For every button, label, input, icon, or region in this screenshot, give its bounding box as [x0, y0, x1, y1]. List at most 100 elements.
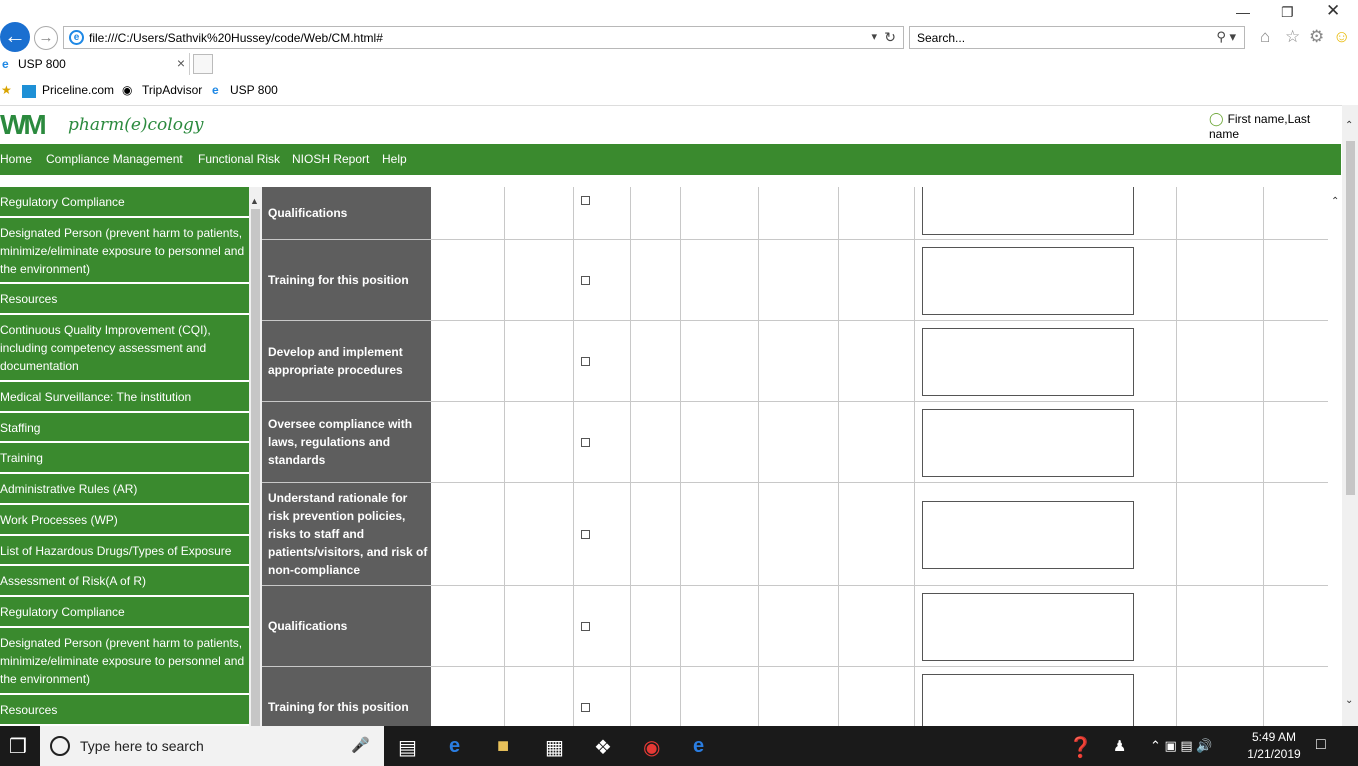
sidebar-item-designated-person[interactable]: Designated Person (prevent harm to patie… — [0, 628, 249, 695]
column-divider — [1263, 667, 1264, 726]
column-divider — [504, 402, 505, 482]
windows-start-icon[interactable]: ❒ — [9, 734, 27, 759]
forward-icon[interactable]: → — [34, 26, 58, 50]
row-checkbox[interactable] — [581, 703, 590, 712]
internet-explorer-icon[interactable]: e — [693, 735, 704, 758]
task-view-icon[interactable]: ▤ — [398, 735, 417, 760]
favorite-link[interactable]: USP 800 — [230, 83, 278, 97]
column-divider — [1176, 586, 1177, 666]
user-menu[interactable]: ◯ First name,Last name — [1209, 111, 1342, 141]
browser-search-input[interactable]: Search... ⚲ ▾ — [909, 26, 1245, 49]
column-divider — [1263, 402, 1264, 482]
sidebar-item-administrative-rules[interactable]: Administrative Rules (AR) — [0, 474, 249, 505]
notes-textarea[interactable] — [922, 501, 1134, 569]
column-divider — [573, 321, 574, 401]
sidebar-item-staffing[interactable]: Staffing — [0, 413, 249, 443]
microphone-icon[interactable]: 🎤 — [351, 736, 370, 754]
ie-page-icon: e — [212, 83, 219, 97]
store-icon[interactable]: ▦ — [545, 735, 564, 760]
clock-time: 5:49 AM — [1251, 730, 1297, 744]
chevron-down-icon[interactable]: ▾ — [871, 30, 877, 43]
new-tab-button[interactable] — [193, 54, 213, 74]
notes-textarea[interactable] — [922, 247, 1134, 315]
sidebar-item-medical-surveillance[interactable]: Medical Surveillance: The institution — [0, 382, 249, 413]
sidebar-item-resources[interactable]: Resources — [0, 695, 249, 726]
notes-textarea[interactable] — [922, 409, 1134, 477]
column-divider — [630, 667, 631, 726]
column-divider — [1176, 321, 1177, 401]
row-checkbox[interactable] — [581, 622, 590, 631]
address-bar[interactable]: e file:///C:/Users/Sathvik%20Hussey/code… — [63, 26, 904, 49]
nav-home[interactable]: Home — [0, 152, 32, 166]
sidebar-scrollbar[interactable]: ▲ — [249, 187, 262, 726]
sidebar-item-hazardous-drugs[interactable]: List of Hazardous Drugs/Types of Exposur… — [0, 536, 249, 566]
nav-niosh-report[interactable]: NIOSH Report — [292, 152, 369, 166]
priceline-icon — [22, 85, 36, 98]
sidebar-item-resources[interactable]: Resources — [0, 284, 249, 315]
sidebar-item-work-processes[interactable]: Work Processes (WP) — [0, 505, 249, 536]
edge-icon[interactable]: e — [449, 735, 460, 758]
column-divider — [630, 321, 631, 401]
system-tray-icons[interactable]: ⌃ ▣ ▤ 🔊 — [1150, 738, 1212, 754]
favorite-link[interactable]: TripAdvisor — [142, 83, 202, 97]
smiley-icon[interactable]: ☺ — [1333, 27, 1350, 47]
sidebar-item-cqi[interactable]: Continuous Quality Improvement (CQI), in… — [0, 315, 249, 382]
favorites-star-icon[interactable]: ☆ — [1285, 27, 1300, 47]
close-icon[interactable]: ✕ — [1326, 1, 1340, 21]
sidebar: Regulatory Compliance Designated Person … — [0, 187, 249, 726]
row-checkbox[interactable] — [581, 357, 590, 366]
scrollbar-thumb[interactable] — [251, 209, 260, 726]
sidebar-item-regulatory-compliance[interactable]: Regulatory Compliance — [0, 187, 249, 218]
nav-compliance-management[interactable]: Compliance Management — [46, 152, 183, 166]
nav-help[interactable]: Help — [382, 152, 407, 166]
favorites-star-icon[interactable]: ★ — [1, 83, 12, 97]
scroll-up-icon[interactable]: ▲ — [250, 196, 259, 206]
help-icon[interactable]: ❓ — [1068, 735, 1093, 760]
scroll-up-icon[interactable]: ⌃ — [1331, 196, 1339, 207]
gear-icon[interactable]: ⚙ — [1309, 27, 1324, 47]
column-divider — [914, 240, 915, 320]
column-divider — [914, 483, 915, 585]
row-checkbox[interactable] — [581, 276, 590, 285]
site-header: WMWASTE MANAGEMENT pharm(e)cology ◯First… — [0, 105, 1342, 156]
minimize-icon[interactable]: — — [1236, 4, 1250, 20]
scroll-down-icon[interactable]: ⌄ — [1345, 695, 1353, 706]
people-icon[interactable]: ♟ — [1113, 737, 1126, 755]
dropbox-icon[interactable]: ❖ — [594, 735, 612, 760]
scroll-up-icon[interactable]: ⌃ — [1345, 120, 1353, 131]
back-icon[interactable]: ← — [0, 22, 30, 52]
table-scrollbar[interactable]: ⌃ — [1328, 187, 1342, 726]
nav-functional-risk[interactable]: Functional Risk — [198, 152, 280, 166]
browser-tab[interactable]: e USP 800 × — [0, 53, 190, 75]
home-icon[interactable]: ⌂ — [1260, 27, 1270, 47]
row-checkbox[interactable] — [581, 530, 590, 539]
chrome-icon[interactable]: ◉ — [643, 735, 660, 760]
sidebar-item-assessment-of-risk[interactable]: Assessment of Risk(A of R) — [0, 566, 249, 597]
row-checkbox[interactable] — [581, 196, 590, 205]
notifications-icon[interactable]: □ — [1316, 736, 1326, 754]
notes-textarea[interactable] — [922, 593, 1134, 661]
taskbar-search-input[interactable]: Type here to search 🎤 — [40, 726, 384, 766]
row-checkbox[interactable] — [581, 438, 590, 447]
search-icon[interactable]: ⚲ ▾ — [1216, 29, 1236, 45]
restore-icon[interactable]: ❐ — [1281, 4, 1294, 21]
page-scrollbar[interactable]: ⌃ ⌄ — [1342, 105, 1358, 726]
ie-page-icon: e — [69, 30, 84, 45]
column-divider — [1176, 402, 1177, 482]
scrollbar-thumb[interactable] — [1346, 141, 1355, 495]
notes-textarea[interactable] — [922, 674, 1134, 726]
refresh-icon[interactable]: ↻ — [884, 29, 896, 46]
column-divider — [758, 483, 759, 585]
sidebar-item-designated-person[interactable]: Designated Person (prevent harm to patie… — [0, 218, 249, 284]
sidebar-item-regulatory-compliance[interactable]: Regulatory Compliance — [0, 597, 249, 628]
notes-textarea[interactable] — [922, 328, 1134, 396]
wm-logo[interactable]: WMWASTE MANAGEMENT — [0, 111, 62, 156]
notes-textarea[interactable] — [922, 187, 1134, 235]
taskbar-clock[interactable]: 5:49 AM 1/21/2019 — [1244, 729, 1304, 763]
file-explorer-icon[interactable]: ■ — [497, 735, 509, 758]
row-label: Understand rationale for risk prevention… — [262, 483, 431, 585]
close-tab-icon[interactable]: × — [177, 55, 185, 71]
favorite-link[interactable]: Priceline.com — [42, 83, 114, 97]
search-placeholder: Search... — [917, 31, 966, 45]
sidebar-item-training[interactable]: Training — [0, 443, 249, 474]
